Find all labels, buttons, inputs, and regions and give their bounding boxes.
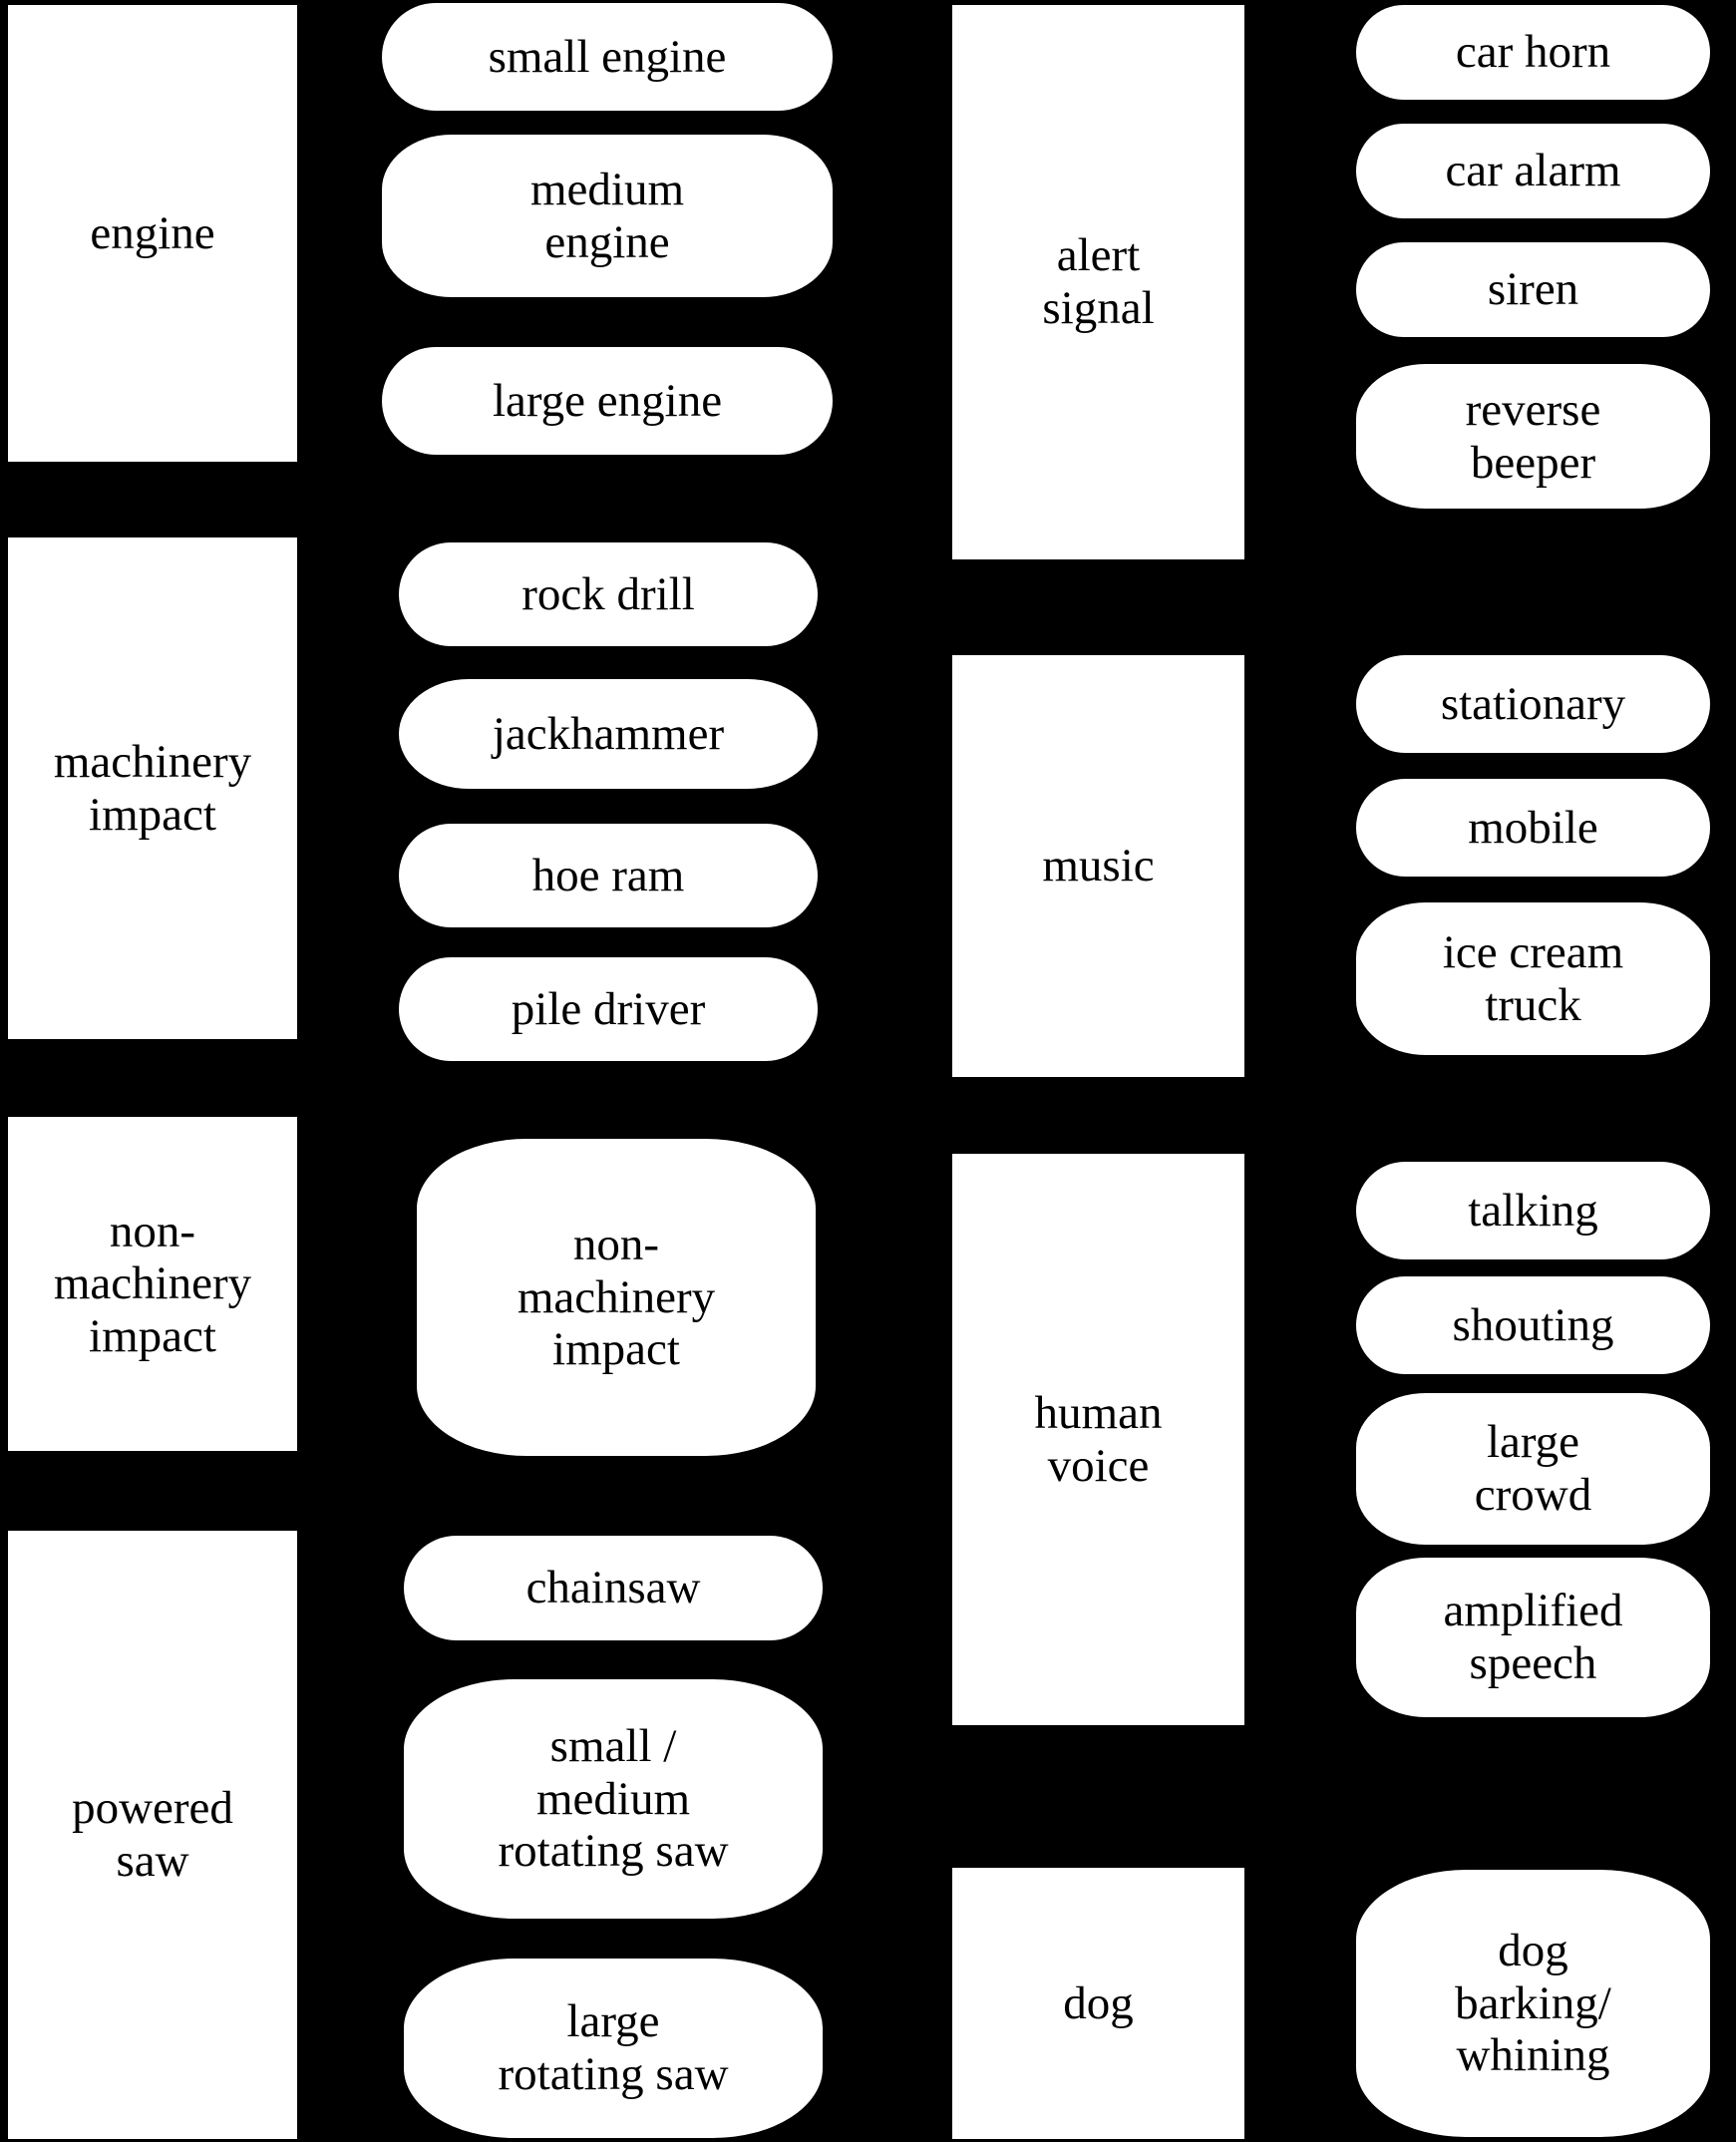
subclass-node-powered-saw-3: large rotating saw — [404, 1959, 823, 2138]
subclass-node-alert-signal-4: reverse beeper — [1356, 364, 1710, 509]
subclass-node-alert-signal-3: siren — [1356, 242, 1710, 337]
subclass-node-alert-signal-2: car alarm — [1356, 124, 1710, 218]
subclass-node-machinery-impact-2: jackhammer — [399, 679, 818, 789]
subclass-node-dog-1: dog barking/ whining — [1356, 1870, 1710, 2137]
subclass-node-powered-saw-2: small / medium rotating saw — [404, 1679, 823, 1919]
category-node-non-machinery-impact: non- machinery impact — [8, 1117, 297, 1451]
subclass-node-human-voice-3: large crowd — [1356, 1393, 1710, 1545]
category-node-music: music — [952, 655, 1244, 1077]
subclass-node-machinery-impact-3: hoe ram — [399, 824, 818, 927]
category-node-machinery-impact: machinery impact — [8, 537, 297, 1039]
subclass-node-engine-2: medium engine — [382, 135, 833, 297]
taxonomy-diagram: engine small engine medium engine large eng… — [0, 0, 1736, 2142]
subclass-node-music-3: ice cream truck — [1356, 902, 1710, 1055]
subclass-node-music-1: stationary — [1356, 655, 1710, 753]
category-node-engine: engine — [8, 5, 297, 462]
subclass-node-machinery-impact-1: rock drill — [399, 542, 818, 646]
subclass-node-human-voice-2: shouting — [1356, 1276, 1710, 1374]
category-node-dog: dog — [952, 1868, 1244, 2139]
category-node-alert-signal: alert signal — [952, 5, 1244, 559]
subclass-node-engine-1: small engine — [382, 3, 833, 111]
subclass-node-engine-3: large engine — [382, 347, 833, 455]
category-node-powered-saw: powered saw — [8, 1531, 297, 2139]
subclass-node-non-machinery-impact-1: non- machinery impact — [417, 1139, 816, 1456]
subclass-node-machinery-impact-4: pile driver — [399, 957, 818, 1061]
category-node-human-voice: human voice — [952, 1154, 1244, 1725]
subclass-node-human-voice-4: amplified speech — [1356, 1558, 1710, 1717]
subclass-node-music-2: mobile — [1356, 779, 1710, 877]
subclass-node-powered-saw-1: chainsaw — [404, 1536, 823, 1640]
subclass-node-alert-signal-1: car horn — [1356, 5, 1710, 100]
subclass-node-human-voice-1: talking — [1356, 1162, 1710, 1259]
